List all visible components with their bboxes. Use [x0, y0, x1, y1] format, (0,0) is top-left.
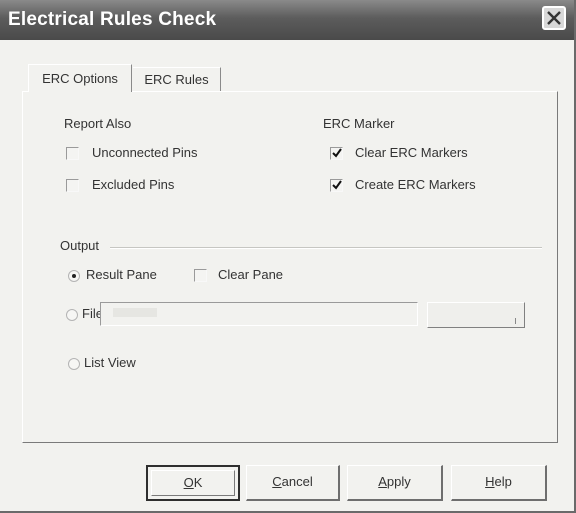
excluded-pins-checkbox[interactable]	[66, 179, 79, 192]
output-divider	[110, 247, 542, 249]
radio-selected-dot	[72, 274, 76, 278]
ok-button[interactable]: OK	[146, 465, 240, 501]
close-button[interactable]	[542, 6, 566, 30]
apply-accel: A	[378, 474, 387, 489]
combo-indicator	[515, 318, 516, 324]
clear-erc-markers-label: Clear ERC Markers	[355, 145, 468, 160]
unconnected-pins-checkbox[interactable]	[66, 147, 79, 160]
tab-erc-rules-label: ERC Rules	[144, 72, 209, 87]
help-rest: elp	[494, 474, 512, 489]
clear-erc-markers-checkbox[interactable]	[330, 147, 343, 160]
result-pane-label: Result Pane	[86, 267, 157, 282]
report-also-heading: Report Also	[64, 116, 132, 131]
help-accel: H	[485, 474, 495, 489]
tab-erc-options[interactable]: ERC Options	[28, 64, 132, 92]
window-title: Electrical Rules Check	[8, 9, 217, 30]
cancel-accel: C	[272, 474, 282, 489]
file-radio[interactable]	[66, 309, 78, 321]
tab-erc-options-label: ERC Options	[42, 71, 118, 86]
checkmark-icon	[332, 148, 342, 158]
output-heading: Output	[60, 238, 100, 253]
clear-pane-label: Clear Pane	[218, 267, 284, 282]
help-button[interactable]: Help	[451, 465, 547, 501]
erc-dialog: Electrical Rules Check ERC Options ERC R…	[0, 0, 576, 513]
unconnected-pins-label: Unconnected Pins	[92, 145, 198, 160]
close-icon	[547, 11, 561, 25]
checkmark-icon	[332, 180, 342, 190]
list-view-label: List View	[84, 355, 136, 370]
tab-erc-rules[interactable]: ERC Rules	[133, 67, 221, 92]
create-erc-markers-checkbox[interactable]	[330, 179, 343, 192]
create-erc-markers-label: Create ERC Markers	[355, 177, 476, 192]
focus-rect	[151, 470, 235, 496]
file-browse-button[interactable]	[427, 302, 525, 328]
clear-pane-checkbox[interactable]	[194, 269, 207, 282]
result-pane-radio[interactable]	[68, 270, 80, 282]
apply-button[interactable]: Apply	[347, 465, 443, 501]
cancel-button[interactable]: Cancel	[246, 465, 340, 501]
title-bar[interactable]: Electrical Rules Check	[0, 0, 574, 40]
apply-rest: pply	[386, 474, 411, 489]
cancel-rest: ancel	[281, 474, 313, 489]
erc-marker-heading: ERC Marker	[323, 116, 395, 131]
file-path-placeholder	[113, 308, 157, 317]
excluded-pins-label: Excluded Pins	[92, 177, 175, 192]
file-path-input[interactable]	[100, 302, 418, 326]
list-view-radio[interactable]	[68, 358, 80, 370]
